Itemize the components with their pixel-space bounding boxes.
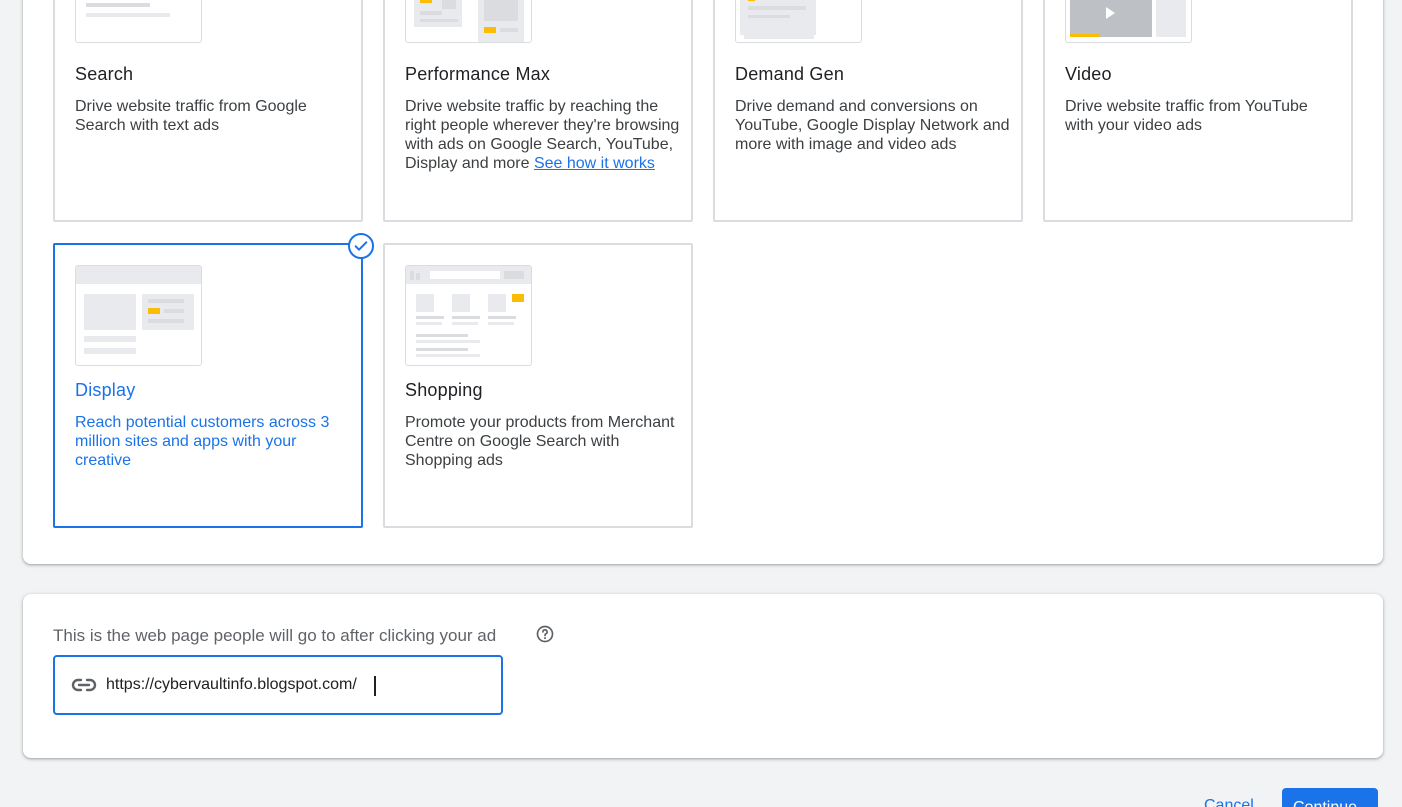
performance-max-thumbnail [405,0,532,43]
campaign-type-name: Video [1065,64,1112,84]
play-icon [1106,7,1115,19]
campaign-type-description: Drive website traffic from YouTube with … [1065,98,1308,134]
landing-page-label: This is the web page people will go to a… [53,626,497,645]
continue-button[interactable]: Continue [1282,788,1378,807]
demand-gen-thumbnail [735,0,862,43]
campaign-type-name: Search [75,64,134,84]
text-cursor [374,676,376,696]
campaign-type-description: Drive website traffic from Google Search… [75,98,307,134]
selected-check-icon [348,233,374,259]
campaign-type-description: Reach potential customers across 3 milli… [75,414,330,469]
campaign-type-name: Display [75,380,136,400]
campaign-type-panel: Search Drive website traffic from Google… [23,0,1383,564]
shopping-thumbnail [405,265,532,366]
campaign-type-video[interactable]: Video Drive website traffic from YouTube… [1043,0,1353,222]
landing-page-url-input[interactable] [106,671,486,699]
campaign-type-display[interactable]: Display Reach potential customers across… [53,243,363,528]
campaign-type-shopping[interactable]: Shopping Promote your products from Merc… [383,243,693,528]
campaign-type-demand-gen[interactable]: Demand Gen Drive demand and conversions … [713,0,1023,222]
landing-page-url-field[interactable] [53,655,503,715]
campaign-type-description: Drive demand and conversions on YouTube,… [735,98,1010,153]
video-thumbnail [1065,0,1192,43]
campaign-type-search[interactable]: Search Drive website traffic from Google… [53,0,363,222]
cancel-button[interactable]: Cancel [1204,797,1254,807]
see-how-it-works-link[interactable]: See how it works [534,155,655,172]
search-thumbnail [75,0,202,43]
campaign-type-performance-max[interactable]: Performance Max Drive website traffic by… [383,0,693,222]
display-thumbnail [75,265,202,366]
help-circle-icon[interactable] [535,624,555,644]
link-icon [71,674,97,701]
landing-page-panel: This is the web page people will go to a… [23,594,1383,758]
campaign-type-name: Demand Gen [735,64,845,84]
campaign-type-name: Shopping [405,380,483,400]
campaign-type-description: Drive website traffic by reaching the ri… [405,97,680,173]
campaign-type-name: Performance Max [405,64,551,84]
campaign-type-description: Promote your products from Merchant Cent… [405,414,675,469]
